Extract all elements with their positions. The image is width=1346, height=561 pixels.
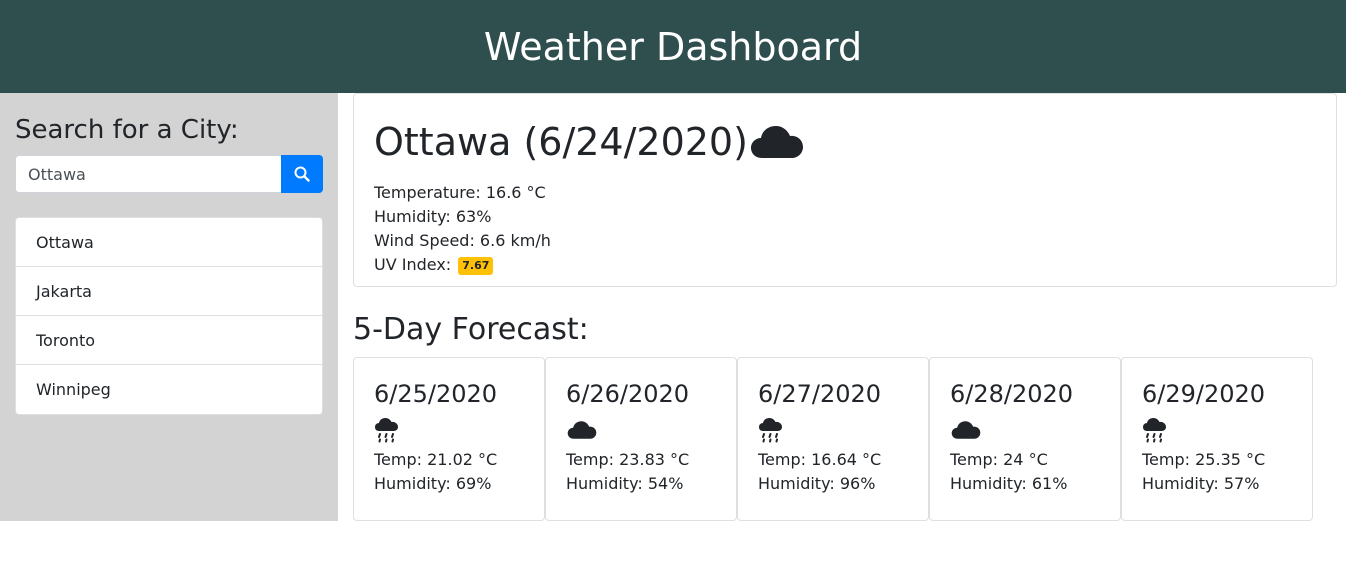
cloud-icon <box>567 421 597 439</box>
forecast-temp: Temp: 25.35 °C <box>1142 450 1266 469</box>
current-wind-speed: Wind Speed: 6.6 km/h <box>374 231 551 250</box>
forecast-temp: Temp: 16.64 °C <box>758 450 882 469</box>
city-item-toronto[interactable]: Toronto <box>16 316 322 365</box>
forecast-humidity: Humidity: 61% <box>950 474 1068 493</box>
city-item-ottawa[interactable]: Ottawa <box>16 218 322 267</box>
forecast-row: 6/25/2020 Temp: 21.02 °C Humidity: 69% 6… <box>353 357 1313 521</box>
current-city-title: Ottawa (6/24/2020) <box>374 120 748 164</box>
uv-label: UV Index: <box>374 255 457 274</box>
page-title: Weather Dashboard <box>483 24 863 69</box>
current-temperature: Temperature: 16.6 °C <box>374 183 546 202</box>
cloud-icon <box>750 126 803 158</box>
forecast-humidity: Humidity: 69% <box>374 474 492 493</box>
forecast-date: 6/26/2020 <box>566 380 690 408</box>
city-item-jakarta[interactable]: Jakarta <box>16 267 322 316</box>
current-weather-card: Ottawa (6/24/2020) Temperature: 16.6 °C … <box>353 93 1337 287</box>
forecast-card: 6/25/2020 Temp: 21.02 °C Humidity: 69% <box>353 357 545 521</box>
search-icon <box>294 166 310 182</box>
forecast-temp: Temp: 24 °C <box>950 450 1048 469</box>
forecast-card: 6/27/2020 Temp: 16.64 °C Humidity: 96% <box>737 357 929 521</box>
forecast-date: 6/28/2020 <box>950 380 1074 408</box>
forecast-card: 6/26/2020 Temp: 23.83 °C Humidity: 54% <box>545 357 737 521</box>
forecast-temp: Temp: 23.83 °C <box>566 450 690 469</box>
sidebar: Search for a City: Ottawa Jakarta Toront… <box>0 93 338 521</box>
cloud-icon <box>951 421 981 439</box>
rain-icon <box>375 418 398 443</box>
forecast-date: 6/25/2020 <box>374 380 498 408</box>
current-humidity: Humidity: 63% <box>374 207 492 226</box>
search-form <box>15 155 323 193</box>
forecast-temp: Temp: 21.02 °C <box>374 450 498 469</box>
city-item-winnipeg[interactable]: Winnipeg <box>16 365 322 414</box>
current-stats: Temperature: 16.6 °C Humidity: 63% Wind … <box>374 181 1316 277</box>
forecast-card: 6/28/2020 Temp: 24 °C Humidity: 61% <box>929 357 1121 521</box>
current-weather-header: Ottawa (6/24/2020) <box>374 116 1316 168</box>
forecast-date: 6/29/2020 <box>1142 380 1266 408</box>
forecast-humidity: Humidity: 96% <box>758 474 876 493</box>
forecast-date: 6/27/2020 <box>758 380 882 408</box>
rain-icon <box>1143 418 1166 443</box>
forecast-humidity: Humidity: 57% <box>1142 474 1260 493</box>
current-uv-row: UV Index: 7.67 <box>374 253 1316 277</box>
city-history-list: Ottawa Jakarta Toronto Winnipeg <box>15 217 323 415</box>
forecast-title: 5-Day Forecast: <box>353 312 589 347</box>
forecast-humidity: Humidity: 54% <box>566 474 684 493</box>
uv-badge: 7.67 <box>458 257 494 275</box>
search-button[interactable] <box>281 155 323 193</box>
page-header: Weather Dashboard <box>0 0 1346 93</box>
rain-icon <box>759 418 782 443</box>
forecast-card: 6/29/2020 Temp: 25.35 °C Humidity: 57% <box>1121 357 1313 521</box>
search-title: Search for a City: <box>15 115 239 145</box>
search-input[interactable] <box>15 155 281 193</box>
